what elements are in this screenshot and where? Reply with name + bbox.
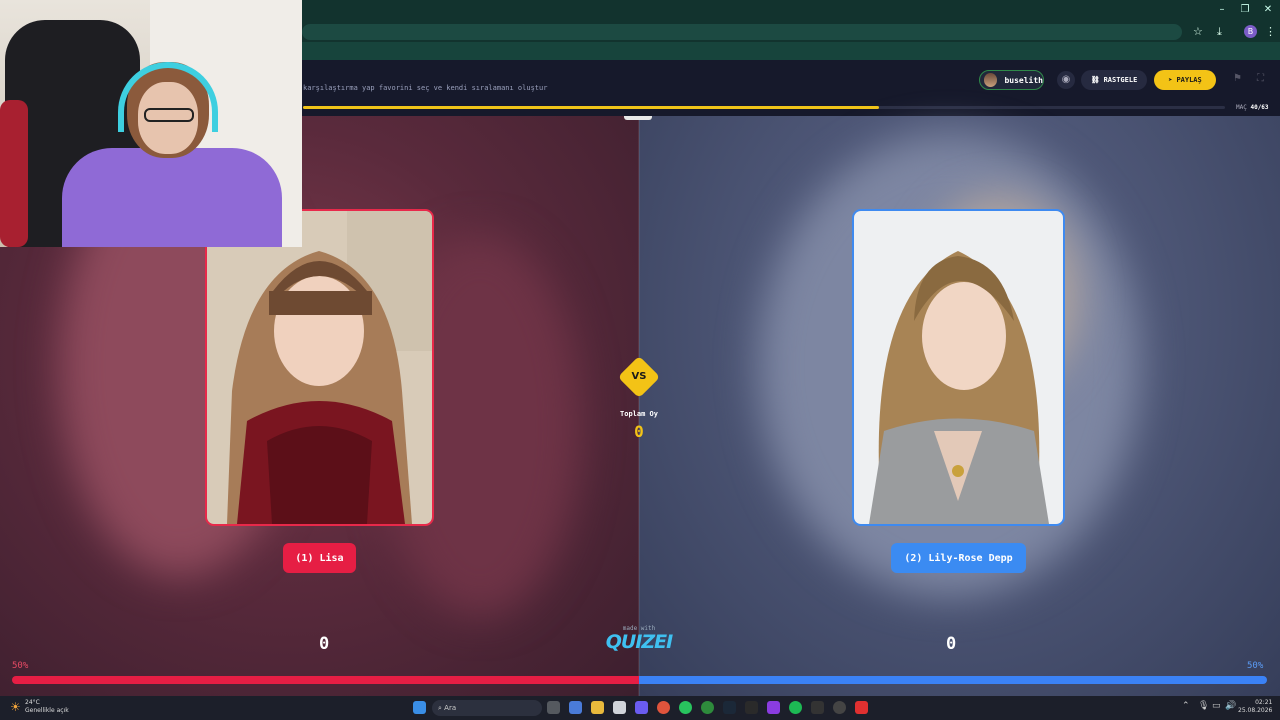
contestant-1-photo[interactable] (205, 209, 434, 526)
contestant-1-vote-bar (12, 676, 639, 684)
recording-app-icon[interactable] (855, 701, 868, 714)
discord-icon[interactable] (635, 701, 648, 714)
contestant-2-score: 0 (946, 634, 957, 654)
user-pill[interactable]: buselith (979, 70, 1044, 90)
xbox-icon[interactable] (701, 701, 714, 714)
contestant-2-percent: 50% (1247, 661, 1264, 671)
center-notch (624, 116, 652, 120)
match-counter: MAÇ 40/63 (1236, 104, 1269, 111)
bookmark-star-icon[interactable]: ☆ (1193, 25, 1203, 38)
whatsapp-icon[interactable] (679, 701, 692, 714)
profile-avatar[interactable]: B (1244, 25, 1257, 38)
user-name: buselith (1004, 75, 1043, 85)
contestant-1-score: 0 (319, 634, 330, 654)
flag-icon[interactable]: ⚑ (1233, 73, 1242, 84)
weather-icon[interactable]: ☀ (10, 700, 21, 714)
chrome-icon[interactable] (657, 701, 670, 714)
clock-date: 25.08.2026 (1238, 707, 1273, 714)
restore-icon[interactable]: ❐ (1235, 4, 1255, 15)
vs-label: VS (631, 371, 647, 382)
network-icon[interactable]: ▭ (1212, 701, 1221, 711)
spotify-icon[interactable] (789, 701, 802, 714)
avatar (984, 73, 998, 87)
taskbar-clock[interactable]: 02:21 25.08.2026 (1238, 699, 1272, 715)
weather-temp: 24°C (25, 699, 40, 706)
minimize-icon[interactable]: – (1212, 4, 1232, 15)
random-label: RASTGELE (1103, 76, 1138, 84)
task-view-icon[interactable] (547, 701, 560, 714)
download-icon[interactable]: ⤓ (1217, 25, 1222, 39)
total-votes-label: Toplam Oy (620, 410, 658, 418)
browser-menu-icon[interactable]: ⋮ (1265, 25, 1276, 38)
share-button[interactable]: ➤ PAYLAŞ (1154, 70, 1216, 90)
page-subtitle: karşılaştırma yap favorini seç ve kendi … (303, 84, 548, 92)
match-progress-fill (303, 106, 880, 109)
random-button[interactable]: ⛓ RASTGELE (1081, 70, 1147, 90)
webcam-overlay (0, 0, 302, 247)
tray-chevron-icon[interactable]: ⌃ (1182, 701, 1190, 711)
contestant-2-photo[interactable] (852, 209, 1065, 526)
calendar-icon[interactable] (613, 701, 626, 714)
contestant-1-button[interactable]: (1) Lisa (283, 543, 356, 573)
app-icon[interactable] (811, 701, 824, 714)
center-divider (638, 116, 640, 696)
contestant-2-button[interactable]: (2) Lily-Rose Depp (891, 543, 1026, 573)
eye-icon[interactable]: ◉ (1057, 71, 1075, 89)
copilot-icon[interactable] (569, 701, 582, 714)
share-label: PAYLAŞ (1176, 76, 1202, 84)
brand-logo[interactable]: QUIZEI (604, 631, 674, 653)
match-progress-bar (303, 106, 1225, 109)
contestant-2-vote-bar (639, 676, 1267, 684)
epic-games-icon[interactable] (745, 701, 758, 714)
search-label: Ara (444, 704, 457, 712)
match-counter-value: 40/63 (1250, 104, 1269, 111)
link-icon: ⛓ (1090, 76, 1100, 84)
fullscreen-icon[interactable]: ⛶ (1257, 73, 1264, 84)
clock-time: 02:21 (1255, 699, 1273, 706)
close-icon[interactable]: ✕ (1258, 4, 1278, 15)
volume-icon[interactable]: 🔊 (1225, 701, 1236, 711)
send-icon: ➤ (1168, 76, 1173, 84)
address-bar[interactable] (302, 24, 1182, 40)
file-explorer-icon[interactable] (591, 701, 604, 714)
weather-widget[interactable]: 24°C Genellikle açık (25, 699, 69, 715)
taskbar-search[interactable]: ⌕ Ara (432, 700, 542, 716)
start-icon[interactable] (413, 701, 426, 714)
match-counter-label: MAÇ (1236, 104, 1247, 111)
twitch-icon[interactable] (767, 701, 780, 714)
weather-desc: Genellikle açık (25, 707, 69, 714)
contestant-1-percent: 50% (12, 661, 29, 671)
steam-icon[interactable] (723, 701, 736, 714)
total-votes-value: 0 (634, 422, 644, 441)
mic-icon[interactable]: 🎙 (1198, 701, 1209, 711)
obs-icon[interactable] (833, 701, 846, 714)
